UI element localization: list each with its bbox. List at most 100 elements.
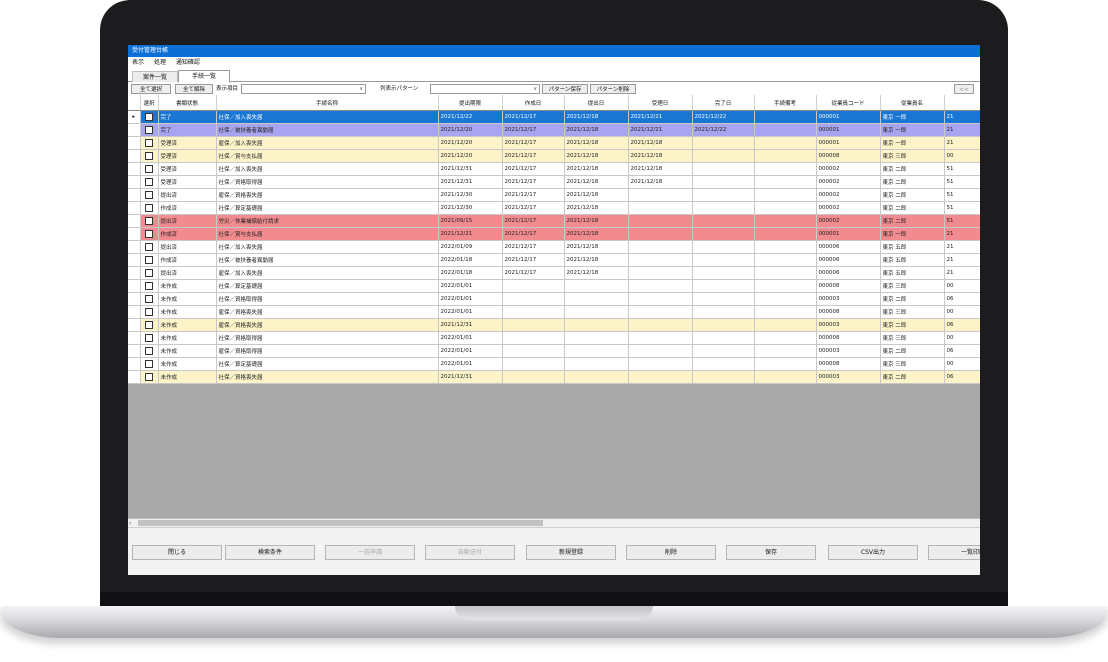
extra-cell[interactable]: 51 — [944, 214, 980, 228]
extra-cell[interactable]: 21 — [944, 227, 980, 241]
employee-name-cell[interactable]: 東京 二郎 — [880, 201, 945, 215]
row-checkbox[interactable] — [145, 113, 153, 121]
note-cell[interactable] — [754, 188, 817, 202]
created-cell[interactable]: 2021/12/17 — [502, 266, 565, 280]
procedure-cell[interactable]: 社保／資格喪失届 — [216, 370, 439, 384]
status-cell[interactable]: 受理済 — [158, 149, 217, 163]
row-checkbox[interactable] — [145, 243, 153, 251]
employee-code-cell[interactable]: 000006 — [816, 253, 881, 267]
table-row[interactable]: 未作成 社保／算定基礎届 2022/01/01 000008 東京 三郎 00 — [128, 279, 980, 293]
row-checkbox[interactable] — [145, 256, 153, 264]
submitted-cell[interactable]: 2021/12/18 — [564, 123, 629, 137]
employee-name-cell[interactable]: 東京 一郎 — [880, 227, 945, 241]
employee-name-cell[interactable]: 東京 五郎 — [880, 253, 945, 267]
completed-cell[interactable] — [692, 292, 755, 306]
deadline-cell[interactable]: 2021/12/31 — [438, 175, 503, 189]
row-checkbox[interactable] — [145, 152, 153, 160]
table-row[interactable]: 受理済 社保／賞与支払届 2021/12/20 2021/12/17 2021/12/1… — [128, 149, 980, 163]
extra-cell[interactable]: 21 — [944, 136, 980, 150]
completed-cell[interactable] — [692, 136, 755, 150]
employee-name-cell[interactable]: 東京 二郎 — [880, 318, 945, 332]
employee-code-cell[interactable]: 000001 — [816, 227, 881, 241]
deadline-cell[interactable]: 2021/12/20 — [438, 136, 503, 150]
procedure-cell[interactable]: 雇保／資格喪失届 — [216, 188, 439, 202]
completed-cell[interactable] — [692, 331, 755, 345]
submitted-cell[interactable]: 2021/12/18 — [564, 227, 629, 241]
extra-cell[interactable]: 51 — [944, 162, 980, 176]
completed-cell[interactable] — [692, 227, 755, 241]
csv-export-button[interactable]: CSV出力 — [828, 545, 918, 560]
row-checkbox[interactable] — [145, 360, 153, 368]
employee-code-cell[interactable]: 000001 — [816, 136, 881, 150]
deadline-cell[interactable]: 2022/01/01 — [438, 331, 503, 345]
created-cell[interactable]: 2021/12/17 — [502, 175, 565, 189]
row-checkbox[interactable] — [145, 139, 153, 147]
row-checkbox[interactable] — [145, 347, 153, 355]
row-checkbox[interactable] — [145, 373, 153, 381]
employee-code-cell[interactable]: 000002 — [816, 201, 881, 215]
note-cell[interactable] — [754, 266, 817, 280]
tab-case-list[interactable]: 案件一覧 — [132, 71, 178, 82]
employee-code-cell[interactable]: 000002 — [816, 188, 881, 202]
accepted-cell[interactable]: 2021/12/21 — [628, 123, 693, 137]
column-pattern-select[interactable]: ∨ — [430, 84, 540, 94]
search-criteria-button[interactable]: 検索条件 — [225, 545, 315, 560]
created-cell[interactable] — [502, 344, 565, 358]
deselect-all-button[interactable]: 全て解除 — [175, 84, 213, 94]
note-cell[interactable] — [754, 318, 817, 332]
procedure-cell[interactable]: 雇保／加入喪失届 — [216, 136, 439, 150]
row-checkbox[interactable] — [145, 269, 153, 277]
employee-name-cell[interactable]: 東京 五郎 — [880, 266, 945, 280]
created-cell[interactable]: 2021/12/17 — [502, 188, 565, 202]
row-checkbox[interactable] — [145, 178, 153, 186]
completed-cell[interactable] — [692, 370, 755, 384]
extra-cell[interactable]: 06 — [944, 344, 980, 358]
employee-code-cell[interactable]: 000006 — [816, 266, 881, 280]
created-cell[interactable]: 2021/12/17 — [502, 110, 565, 124]
completed-cell[interactable] — [692, 175, 755, 189]
employee-name-cell[interactable]: 東京 二郎 — [880, 344, 945, 358]
employee-code-cell[interactable]: 000008 — [816, 331, 881, 345]
completed-cell[interactable] — [692, 344, 755, 358]
table-row[interactable]: 完了 社保／被扶養者異動届 2021/12/20 2021/12/17 2021/12/… — [128, 123, 980, 137]
created-cell[interactable]: 2021/12/17 — [502, 227, 565, 241]
employee-code-cell[interactable]: 000001 — [816, 110, 881, 124]
status-cell[interactable]: 未作成 — [158, 318, 217, 332]
procedure-cell[interactable]: 社保／賞与支払届 — [216, 227, 439, 241]
accepted-cell[interactable] — [628, 214, 693, 228]
column-header[interactable]: 受理日 — [628, 95, 693, 111]
table-row[interactable]: 未作成 社保／資格取得届 2022/01/01 000008 東京 三郎 00 — [128, 331, 980, 345]
column-header[interactable] — [944, 95, 980, 111]
procedure-cell[interactable]: 雇保／資格喪失届 — [216, 305, 439, 319]
column-header[interactable]: 従業員名 — [880, 95, 945, 111]
accepted-cell[interactable] — [628, 279, 693, 293]
accepted-cell[interactable] — [628, 305, 693, 319]
extra-cell[interactable]: 21 — [944, 266, 980, 280]
table-row[interactable]: 未作成 社保／算定基礎届 2022/01/01 000008 東京 三郎 00 — [128, 357, 980, 371]
procedure-cell[interactable]: 社保／資格取得届 — [216, 175, 439, 189]
note-cell[interactable] — [754, 110, 817, 124]
note-cell[interactable] — [754, 123, 817, 137]
row-checkbox[interactable] — [145, 204, 153, 212]
extra-cell[interactable]: 00 — [944, 279, 980, 293]
accepted-cell[interactable] — [628, 318, 693, 332]
created-cell[interactable]: 2021/12/17 — [502, 253, 565, 267]
extra-cell[interactable]: 21 — [944, 123, 980, 137]
submitted-cell[interactable]: 2021/12/18 — [564, 188, 629, 202]
submitted-cell[interactable]: 2021/12/18 — [564, 253, 629, 267]
column-header[interactable]: 完了日 — [692, 95, 755, 111]
auto-send-button[interactable]: 自動送付 — [425, 545, 515, 560]
note-cell[interactable] — [754, 162, 817, 176]
select-all-button[interactable]: 全て選択 — [131, 84, 171, 94]
completed-cell[interactable] — [692, 162, 755, 176]
employee-code-cell[interactable]: 000003 — [816, 370, 881, 384]
completed-cell[interactable] — [692, 214, 755, 228]
created-cell[interactable]: 2021/12/17 — [502, 201, 565, 215]
table-row[interactable]: 作成済 社保／算定基礎届 2021/12/30 2021/12/17 2021/12/1… — [128, 201, 980, 215]
status-cell[interactable]: 未作成 — [158, 331, 217, 345]
status-cell[interactable]: 未作成 — [158, 370, 217, 384]
employee-name-cell[interactable]: 東京 三郎 — [880, 331, 945, 345]
completed-cell[interactable] — [692, 240, 755, 254]
completed-cell[interactable] — [692, 149, 755, 163]
table-row[interactable]: 未作成 雇保／資格取得届 2022/01/01 000003 東京 二郎 06 — [128, 344, 980, 358]
